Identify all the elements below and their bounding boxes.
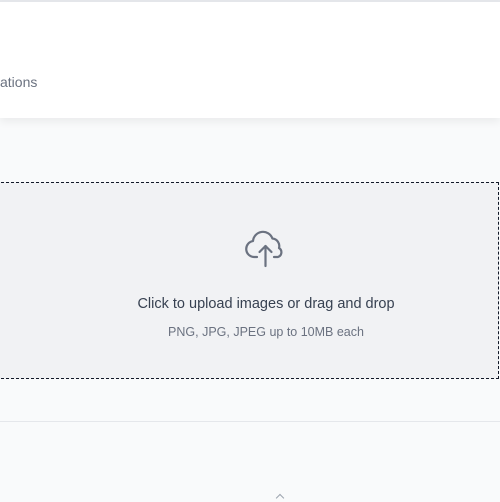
- section-divider: [0, 421, 500, 422]
- upload-subtitle: PNG, JPG, JPEG up to 10MB each: [168, 325, 364, 339]
- cloud-upload-icon: [245, 230, 283, 268]
- header-card: ations: [0, 2, 500, 118]
- upload-title: Click to upload images or drag and drop: [137, 296, 395, 312]
- header-tab-label[interactable]: ations: [0, 74, 37, 90]
- chevron-up-icon: [275, 493, 285, 502]
- upload-dropzone[interactable]: [0, 182, 499, 379]
